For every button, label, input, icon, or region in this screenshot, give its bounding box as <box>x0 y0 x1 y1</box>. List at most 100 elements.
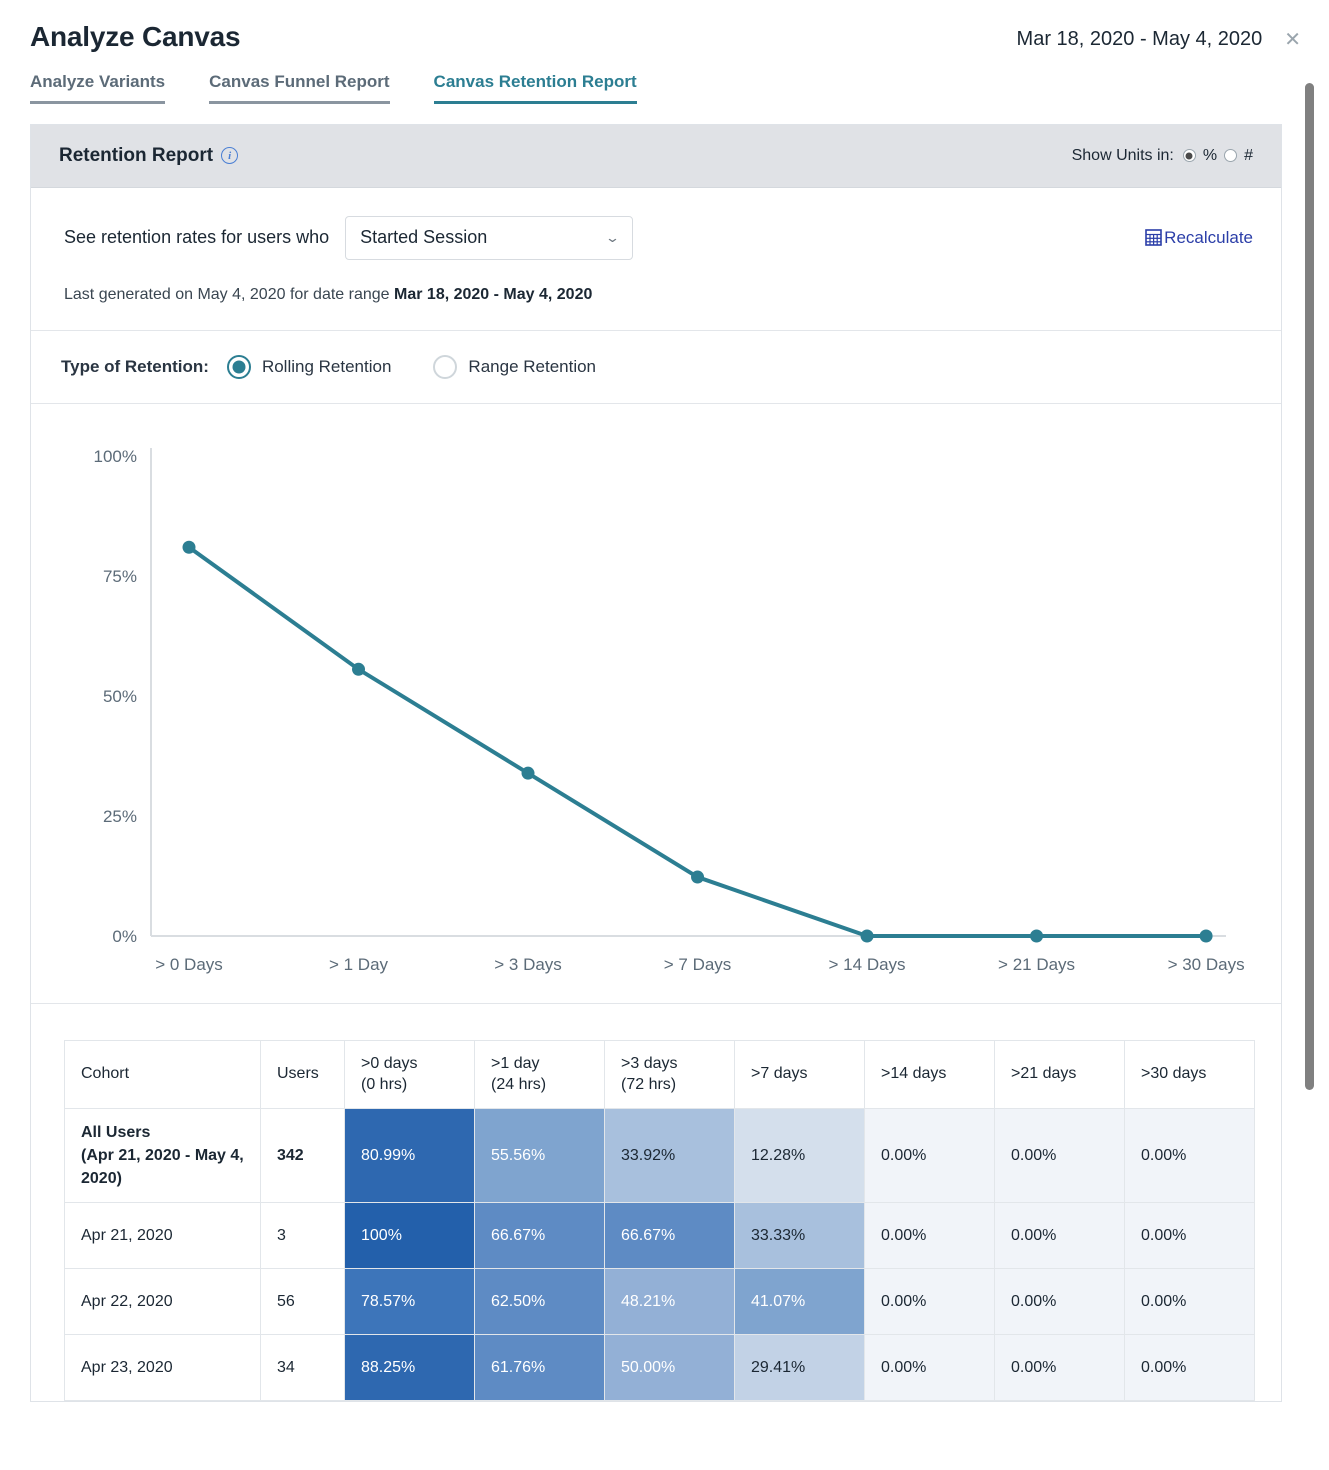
vertical-scrollbar[interactable] <box>1305 83 1314 1090</box>
chart-data-point[interactable] <box>691 870 705 884</box>
table-row[interactable]: Apr 21, 2020 3 100% 66.67% 66.67% 33.33% 0.00%… <box>64 1202 1255 1270</box>
last-generated-range: Mar 18, 2020 - May 4, 2020 <box>394 285 593 303</box>
table-header-row: Cohort Users >0 days (0 hrs) >1 day (24 … <box>64 1039 1255 1109</box>
table-row[interactable]: Apr 22, 2020 56 78.57% 62.50% 48.21% 41.07% 0.… <box>64 1268 1255 1336</box>
cell-retention-value: 29.41% <box>734 1334 865 1402</box>
th-gt3-line1: >3 days <box>621 1054 678 1072</box>
cell-retention-value: 12.28% <box>734 1107 865 1204</box>
radio-option-rolling-retention[interactable]: Rolling Retention <box>226 354 391 379</box>
cell-retention-value: 50.00% <box>604 1334 735 1402</box>
retention-table-section: Cohort Users >0 days (0 hrs) >1 day (24 … <box>31 1004 1281 1402</box>
tab-bar: Analyze Variants Canvas Funnel Report Ca… <box>0 54 1329 104</box>
th-gt3-days: >3 days (72 hrs) <box>604 1039 735 1109</box>
retention-type-section: Type of Retention: Rolling Retention Ran… <box>31 331 1281 404</box>
date-range-label[interactable]: Mar 18, 2020 - May 4, 2020 <box>1017 28 1263 51</box>
x-axis-tick-label: > 0 Days <box>155 955 223 974</box>
grid-icon <box>1145 229 1162 246</box>
retention-chart-section: 100% 75% 50% 25% 0% > 0 Days > 1 Day > 3 Days > … <box>31 404 1281 1004</box>
th-users-line1: Users <box>277 1065 319 1083</box>
x-axis-tick-label: > 1 Day <box>329 955 389 974</box>
chart-data-point[interactable] <box>182 540 196 554</box>
x-axis-tick-label: > 3 Days <box>494 955 562 974</box>
tab-analyze-variants[interactable]: Analyze Variants <box>30 72 166 104</box>
th-gt30-line1: >30 days <box>1141 1065 1207 1083</box>
show-units-label: Show Units in: <box>1071 146 1174 164</box>
retention-type-label: Type of Retention: <box>61 356 209 376</box>
retention-line-chart-svg[interactable]: 100% 75% 50% 25% 0% > 0 Days > 1 Day > 3 Days > … <box>31 426 1281 986</box>
table-row[interactable]: Apr 23, 2020 34 88.25% 61.76% 50.00% 29.41% 0.… <box>64 1334 1255 1402</box>
cell-users: 3 <box>260 1202 345 1270</box>
tab-canvas-funnel-report[interactable]: Canvas Funnel Report <box>209 72 390 104</box>
y-axis-tick-label: 0% <box>112 927 137 946</box>
retention-event-select[interactable]: Started Session ⌄ <box>345 215 634 260</box>
tab-canvas-retention-report[interactable]: Canvas Retention Report <box>433 72 637 104</box>
cell-retention-value: 66.67% <box>474 1202 605 1270</box>
cell-users: 34 <box>260 1334 345 1402</box>
cell-retention-value: 100% <box>344 1202 475 1270</box>
page-header: Analyze Canvas Mar 18, 2020 - May 4, 202… <box>0 0 1329 54</box>
retention-event-value: Started Session <box>360 227 488 248</box>
th-gt7-days: >7 days <box>734 1039 865 1109</box>
retention-table-body: All Users (Apr 21, 2020 - May 4, 2020) 342… <box>64 1107 1255 1402</box>
retention-table-head: Cohort Users >0 days (0 hrs) >1 day (24 … <box>64 1039 1255 1109</box>
rolling-retention-radio[interactable] <box>226 354 251 379</box>
x-axis-tick-label: > 30 Days <box>1168 955 1245 974</box>
cell-retention-value: 0.00% <box>864 1202 995 1270</box>
cell-cohort: Apr 21, 2020 <box>64 1202 261 1270</box>
th-gt14-line1: >14 days <box>881 1065 947 1083</box>
cell-retention-value: 0.00% <box>1124 1268 1255 1336</box>
cell-retention-value: 88.25% <box>344 1334 475 1402</box>
cell-retention-value: 0.00% <box>864 1334 995 1402</box>
range-retention-label: Range Retention <box>468 356 597 376</box>
table-row[interactable]: All Users (Apr 21, 2020 - May 4, 2020) 342… <box>64 1107 1255 1204</box>
cell-retention-value: 0.00% <box>994 1334 1125 1402</box>
recalculate-button[interactable]: Recalculate <box>1145 228 1253 248</box>
chart-data-point[interactable] <box>521 766 535 780</box>
x-axis-tick-label: > 21 Days <box>998 955 1075 974</box>
y-axis-tick-label: 25% <box>103 807 137 826</box>
cell-retention-value: 0.00% <box>1124 1202 1255 1270</box>
th-gt0-days: >0 days (0 hrs) <box>344 1039 475 1109</box>
chart-data-point[interactable] <box>352 662 366 676</box>
chart-data-point[interactable] <box>860 929 874 943</box>
th-gt21-line1: >21 days <box>1011 1065 1077 1083</box>
x-axis-tick-label: > 14 Days <box>829 955 906 974</box>
card-header-title: Retention Report i <box>59 145 239 167</box>
close-icon[interactable]: ✕ <box>1284 30 1301 50</box>
chart-data-point[interactable] <box>1030 929 1044 943</box>
units-radio-count[interactable] <box>1224 149 1238 163</box>
range-retention-radio[interactable] <box>433 354 458 379</box>
filter-label: See retention rates for users who <box>64 227 330 248</box>
retention-table: Cohort Users >0 days (0 hrs) >1 day (24 … <box>64 1039 1255 1402</box>
recalculate-label: Recalculate <box>1164 227 1253 247</box>
th-gt30-days: >30 days <box>1124 1039 1255 1109</box>
filter-section: See retention rates for users who Starte… <box>31 188 1281 331</box>
cell-retention-value: 66.67% <box>604 1202 735 1270</box>
th-gt0-line2: (0 hrs) <box>361 1076 408 1094</box>
chart-data-point[interactable] <box>1199 929 1213 943</box>
radio-option-range-retention[interactable]: Range Retention <box>433 354 597 379</box>
cell-users: 342 <box>260 1107 345 1204</box>
page-title: Analyze Canvas <box>30 21 241 52</box>
cell-cohort: Apr 23, 2020 <box>64 1334 261 1402</box>
th-gt21-days: >21 days <box>994 1039 1125 1109</box>
th-gt0-line1: >0 days <box>361 1054 418 1072</box>
cell-retention-value: 0.00% <box>994 1268 1125 1336</box>
cell-retention-value: 0.00% <box>864 1107 995 1204</box>
th-gt7-line1: >7 days <box>751 1065 808 1083</box>
retention-report-card: Retention Report i Show Units in: % # Se… <box>30 123 1282 1403</box>
cell-cohort: All Users (Apr 21, 2020 - May 4, 2020) <box>64 1107 261 1204</box>
th-cohort: Cohort <box>64 1039 261 1109</box>
last-generated-text: Last generated on May 4, 2020 for date r… <box>64 286 1253 304</box>
units-radio-percent[interactable] <box>1182 149 1196 163</box>
th-gt14-days: >14 days <box>864 1039 995 1109</box>
filter-row: See retention rates for users who Starte… <box>64 215 1253 260</box>
y-axis-tick-label: 75% <box>103 567 137 586</box>
cell-retention-value: 33.33% <box>734 1202 865 1270</box>
cell-retention-value: 0.00% <box>994 1202 1125 1270</box>
th-cohort-line1: Cohort <box>81 1065 130 1083</box>
card-header: Retention Report i Show Units in: % # <box>31 124 1281 188</box>
cell-retention-value: 61.76% <box>474 1334 605 1402</box>
info-icon[interactable]: i <box>221 147 239 165</box>
retention-chart[interactable]: 100% 75% 50% 25% 0% > 0 Days > 1 Day > 3 Days > … <box>31 426 1281 986</box>
